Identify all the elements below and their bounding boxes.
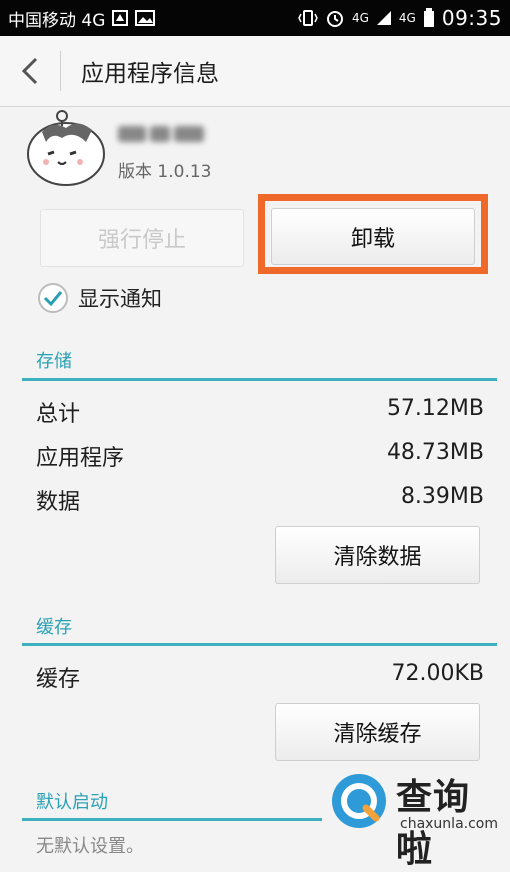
cache-value: 72.00KB [391, 661, 484, 686]
force-stop-button[interactable]: 强行停止 [40, 209, 244, 267]
sim-icon [111, 9, 129, 27]
clear-data-button[interactable]: 清除数据 [275, 526, 480, 584]
back-button[interactable] [0, 36, 60, 106]
show-notifications-row[interactable]: 显示通知 [38, 283, 162, 313]
storage-label: 总计 [36, 402, 81, 427]
clear-cache-button[interactable]: 清除缓存 [275, 703, 480, 761]
image-icon [135, 9, 156, 27]
cache-label: 缓存 [36, 667, 81, 692]
storage-value: 8.39MB [400, 484, 484, 509]
storage-divider [22, 378, 497, 381]
storage-section-title: 存储 [36, 351, 72, 372]
default-launch-divider [22, 818, 322, 821]
default-launch-title: 默认启动 [36, 792, 108, 813]
notifications-label: 显示通知 [78, 287, 162, 311]
storage-label: 数据 [36, 490, 81, 515]
status-left: 中国移动 4G [8, 6, 156, 31]
clock: 09:35 [441, 6, 502, 30]
status-right: 4G 4G 09:35 [298, 6, 502, 30]
storage-value: 57.12MB [386, 396, 484, 421]
network-type-label-2: 4G [398, 11, 416, 25]
battery-icon [423, 8, 435, 28]
page-title: 应用程序信息 [81, 61, 219, 87]
cache-section-title: 缓存 [36, 617, 72, 638]
network-type-label: 4G [351, 11, 369, 25]
status-bar: 中国移动 4G 4G 4G 09:35 [0, 0, 510, 36]
title-divider [60, 51, 61, 91]
cache-row: 缓存 72.00KB [36, 661, 484, 693]
watermark: 查询啦 chaxunla.com [330, 768, 506, 870]
default-launch-subtitle: 无默认设置。 [36, 836, 144, 857]
carrier-label: 中国移动 4G [8, 10, 106, 31]
storage-label: 应用程序 [36, 446, 125, 471]
watermark-logo-icon [330, 772, 388, 830]
app-version: 版本 1.0.13 [118, 162, 212, 182]
vibrate-icon [298, 8, 318, 28]
title-bar: 应用程序信息 [0, 36, 510, 107]
storage-row-app: 应用程序 48.73MB [36, 440, 484, 472]
watermark-domain: chaxunla.com [400, 816, 498, 832]
app-name-blurred [118, 126, 218, 148]
storage-row-total: 总计 57.12MB [36, 396, 484, 428]
chevron-left-icon [21, 57, 38, 85]
cache-divider [22, 643, 497, 646]
signal-icon [376, 10, 392, 26]
app-icon [22, 108, 112, 190]
uninstall-button[interactable]: 卸载 [271, 208, 475, 265]
alarm-icon [325, 8, 345, 28]
notifications-checkbox[interactable] [38, 283, 68, 313]
storage-value: 48.73MB [386, 440, 484, 465]
storage-row-data: 数据 8.39MB [36, 484, 484, 516]
checkmark-icon [43, 291, 63, 306]
